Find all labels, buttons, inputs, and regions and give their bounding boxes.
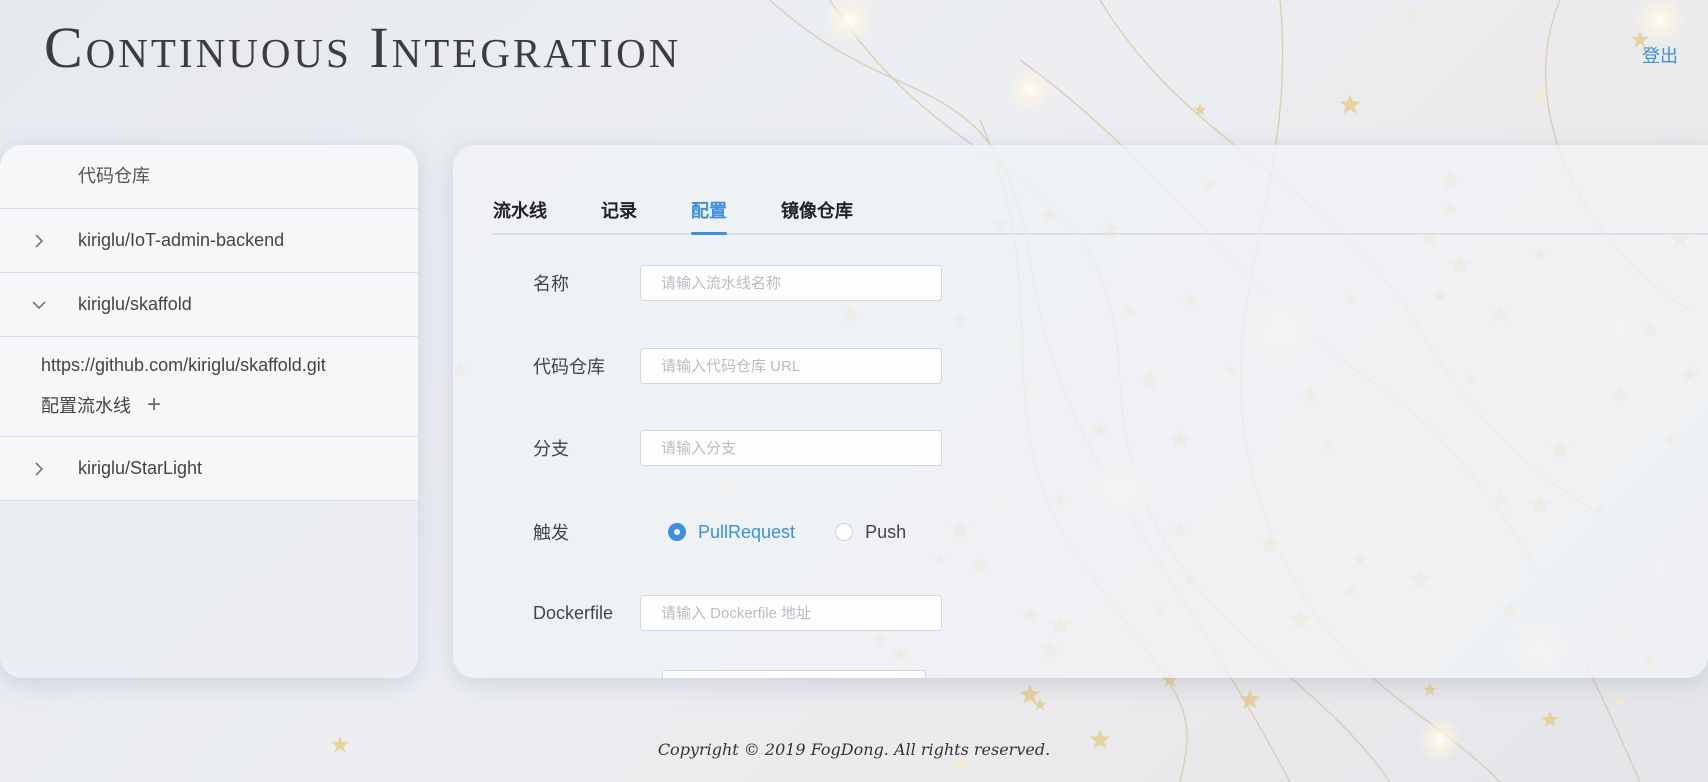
star-decoration — [1019, 684, 1041, 704]
partially-visible-field[interactable] — [662, 670, 926, 678]
star-decoration — [1403, 8, 1417, 21]
app-title: Continuous Integration — [44, 15, 682, 80]
branch-label: 分支 — [533, 439, 569, 459]
pipeline-name-input[interactable] — [640, 265, 942, 301]
star-decoration — [1239, 689, 1261, 709]
repo-sidebar: 代码仓库 kiriglu/IoT-admin-backend kiriglu/s… — [0, 145, 418, 678]
star-decoration — [1423, 683, 1437, 696]
sidebar-header: 代码仓库 — [0, 145, 418, 209]
dockerfile-label: Dockerfile — [533, 602, 614, 623]
trigger-pullrequest-radio[interactable]: PullRequest — [668, 522, 795, 543]
star-decoration — [1541, 711, 1559, 728]
repo-url-input[interactable] — [640, 348, 942, 384]
trigger-push-radio[interactable]: Push — [835, 522, 906, 543]
repo-label: kiriglu/IoT-admin-backend — [78, 230, 285, 250]
main-panel: 流水线 记录 配置 镜像仓库 名称 代码仓库 分支 触发 PullRequest… — [453, 145, 1708, 678]
copyright-footer: Copyright © 2019 FogDong. All rights res… — [657, 740, 1051, 759]
form-row-repo: 代码仓库 — [533, 348, 942, 384]
trigger-label: 触发 — [533, 523, 569, 543]
form-row-branch: 分支 — [533, 430, 942, 466]
plus-icon: + — [147, 391, 162, 418]
repo-item-starlight[interactable]: kiriglu/StarLight — [0, 437, 418, 501]
star-decoration — [1193, 103, 1207, 116]
logout-link[interactable]: 登出 — [1642, 42, 1678, 68]
star-decoration — [1033, 698, 1047, 711]
repo-details-skaffold: https://github.com/kiriglu/skaffold.git … — [0, 337, 418, 437]
tab-image-registry[interactable]: 镜像仓库 — [781, 197, 853, 233]
radio-checked-icon — [668, 523, 686, 541]
radio-label: PullRequest — [698, 521, 796, 542]
dockerfile-input[interactable] — [640, 595, 942, 631]
chevron-right-icon — [0, 233, 78, 248]
trigger-radio-group: PullRequest Push — [668, 522, 946, 543]
repo-item-iot-admin-backend[interactable]: kiriglu/IoT-admin-backend — [0, 209, 418, 273]
branch-input[interactable] — [640, 430, 942, 466]
form-row-name: 名称 — [533, 265, 942, 301]
form-row-trigger: 触发 PullRequest Push — [533, 519, 946, 545]
chevron-right-icon — [0, 461, 78, 476]
name-label: 名称 — [533, 274, 569, 294]
tab-config[interactable]: 配置 — [691, 197, 727, 235]
configure-pipeline-label: 配置流水线 — [41, 396, 131, 416]
form-row-dockerfile: Dockerfile — [533, 595, 942, 631]
repo-label: kiriglu/StarLight — [78, 458, 203, 478]
star-decoration — [1611, 691, 1629, 708]
chevron-down-icon — [0, 300, 78, 310]
star-decoration — [1531, 86, 1549, 103]
repo-url: https://github.com/kiriglu/skaffold.git — [41, 355, 326, 375]
tab-bar: 流水线 记录 配置 镜像仓库 — [493, 197, 1708, 235]
repo-label: 代码仓库 — [533, 357, 605, 377]
tab-pipeline[interactable]: 流水线 — [493, 197, 547, 233]
tab-records[interactable]: 记录 — [601, 197, 637, 233]
repo-label: kiriglu/skaffold — [78, 294, 192, 314]
radio-label: Push — [865, 521, 907, 542]
repo-item-skaffold[interactable]: kiriglu/skaffold — [0, 273, 418, 337]
radio-unchecked-icon — [835, 523, 854, 541]
configure-pipeline-button[interactable]: 配置流水线 + — [41, 392, 161, 418]
star-decoration — [1339, 94, 1361, 114]
